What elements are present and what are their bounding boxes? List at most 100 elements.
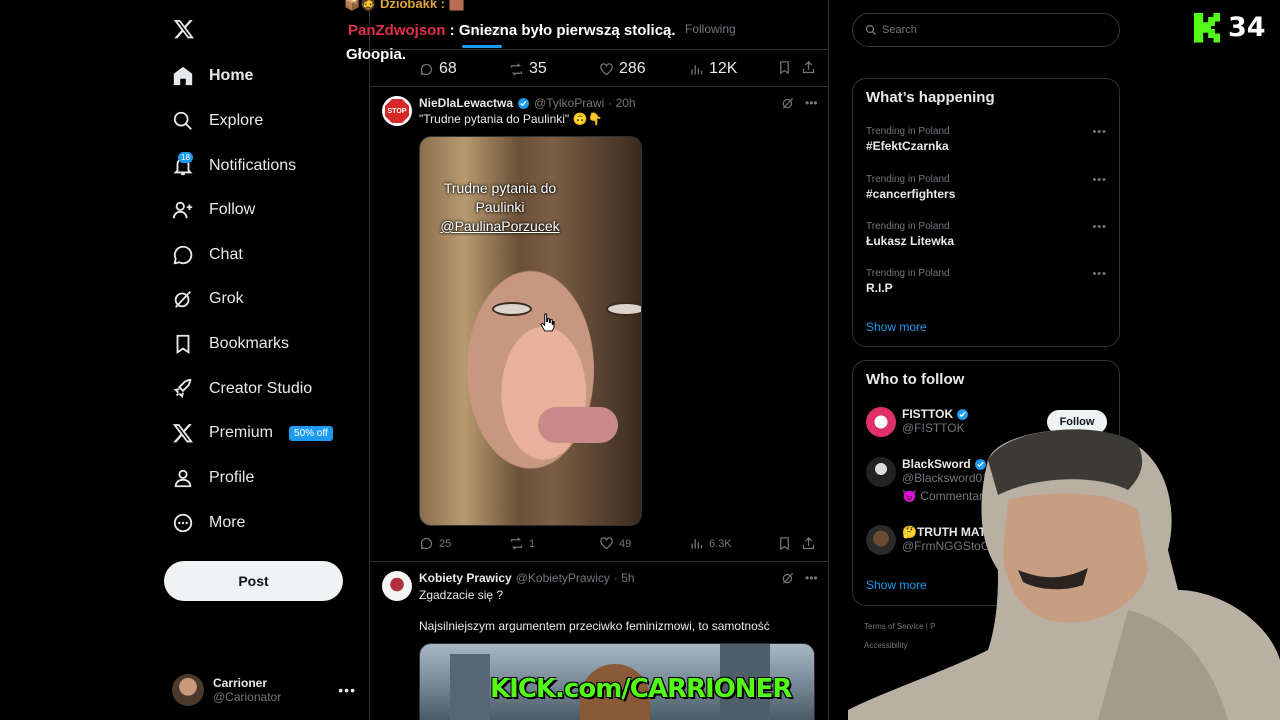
author-handle[interactable]: @TylkoPrawi <box>534 96 604 110</box>
nav-label: Chat <box>209 246 243 263</box>
show-more-link[interactable]: Show more <box>866 320 927 334</box>
share-icon <box>802 60 815 74</box>
bookmark-button[interactable] <box>777 536 792 551</box>
repost-count: 1 <box>529 537 536 550</box>
trend-item[interactable]: Trending in Poland Łukasz Litewka <box>866 221 954 248</box>
trend-item[interactable]: Trending in Poland R.I.P <box>866 268 950 295</box>
reply-button[interactable]: 25 <box>419 536 451 551</box>
nav-label: Bookmarks <box>209 335 290 352</box>
trend-context: Trending in Poland <box>866 126 950 137</box>
viewer-count: 34 <box>1228 12 1266 43</box>
avatar[interactable]: STOP <box>382 96 412 126</box>
kick-logo-icon <box>1194 12 1220 43</box>
share-button[interactable] <box>801 536 816 551</box>
views-button[interactable]: 12K <box>689 60 737 78</box>
nav-label: Follow <box>209 201 256 218</box>
trend-item[interactable]: Trending in Poland #EfektCzarnka <box>866 126 950 153</box>
chat-username: PanZdwojson <box>348 22 446 39</box>
tweet-menu-icon[interactable]: ••• <box>805 571 818 585</box>
account-name: FISTTOK <box>902 407 954 421</box>
account-switcher[interactable]: Carrioner @Carionator ••• <box>172 672 356 708</box>
search-icon <box>172 110 194 132</box>
heart-icon <box>600 537 613 550</box>
video-caption-line: Trudne pytania do <box>443 180 557 196</box>
nav-more[interactable]: More <box>172 508 245 538</box>
trend-menu-icon[interactable]: ••• <box>1092 126 1107 138</box>
bookmark-icon <box>780 537 789 551</box>
reply-icon <box>420 537 433 550</box>
author-handle[interactable]: @KobietyPrawicy <box>516 571 610 585</box>
nav-label: Premium <box>209 424 274 441</box>
analytics-icon <box>691 539 703 549</box>
stream-chat-line: 📦🧔 Dziobakk : 🟫 <box>344 0 465 11</box>
repost-count: 35 <box>529 60 547 77</box>
avatar[interactable] <box>382 571 412 601</box>
reply-button[interactable]: 68 <box>419 60 457 78</box>
post-button[interactable]: Post <box>164 561 343 601</box>
video-frame-detail <box>538 407 618 443</box>
grok-icon[interactable] <box>781 96 795 110</box>
tweet-video[interactable]: Trudne pytania do Paulinki @PaulinaPorzu… <box>419 136 642 526</box>
repost-button[interactable]: 35 <box>509 60 547 78</box>
x-logo-icon <box>172 422 194 444</box>
verified-badge-icon <box>518 97 529 109</box>
share-button[interactable] <box>801 60 816 75</box>
account-menu-icon[interactable]: ••• <box>338 682 356 698</box>
stream-chat-message: PanZdwojson : Gniezna było pierwszą stol… <box>348 22 676 39</box>
active-tab-indicator <box>462 45 502 48</box>
view-count: 6.3K <box>709 537 732 550</box>
nav-follow[interactable]: Follow <box>172 195 255 225</box>
bookmark-icon <box>172 333 194 355</box>
trend-context: Trending in Poland <box>866 268 950 279</box>
timestamp[interactable]: · 5h <box>614 571 635 585</box>
stream-chat-message-continued: Głoopia. <box>346 46 406 63</box>
trend-menu-icon[interactable]: ••• <box>1092 268 1107 280</box>
views-button[interactable]: 6.3K <box>689 536 732 551</box>
author-name[interactable]: NieDlaLewactwa <box>419 96 513 110</box>
person-icon <box>172 467 194 489</box>
like-count: 49 <box>619 537 632 550</box>
timestamp[interactable]: · 20h <box>608 96 635 110</box>
nav-grok[interactable]: Grok <box>172 284 244 314</box>
bookmark-icon <box>780 61 789 75</box>
notification-badge: 18 <box>178 152 193 163</box>
trend-menu-icon[interactable]: ••• <box>1092 174 1107 186</box>
viewer-counter: 34 <box>1194 12 1266 43</box>
grok-icon[interactable] <box>781 571 795 585</box>
trend-item[interactable]: Trending in Poland #cancerfighters <box>866 174 955 201</box>
nav-creator-studio[interactable]: Creator Studio <box>172 374 312 404</box>
nav-chat[interactable]: Chat <box>172 240 243 270</box>
trend-context: Trending in Poland <box>866 221 950 232</box>
nav-premium[interactable]: Premium 50% off <box>172 418 333 448</box>
author-name[interactable]: Kobiety Prawicy <box>419 571 512 585</box>
video-frame-detail <box>606 302 641 316</box>
video-caption-line: Paulinki <box>475 199 525 215</box>
divider <box>370 561 828 562</box>
tweet-menu-icon[interactable]: ••• <box>805 96 818 110</box>
person-add-icon <box>172 199 194 221</box>
trend-title: R.I.P <box>866 281 893 295</box>
nav-explore[interactable]: Explore <box>172 106 263 136</box>
hand-cursor-icon <box>540 313 555 332</box>
trend-title: #EfektCzarnka <box>866 139 949 153</box>
repost-icon <box>510 537 523 550</box>
video-caption: Trudne pytania do Paulinki @PaulinaPorzu… <box>420 179 580 236</box>
bookmark-button[interactable] <box>777 60 792 75</box>
like-button[interactable]: 286 <box>599 60 646 78</box>
like-button[interactable]: 49 <box>599 536 631 551</box>
nav-bookmarks[interactable]: Bookmarks <box>172 329 289 359</box>
nav-label: Grok <box>209 290 244 307</box>
nav-profile[interactable]: Profile <box>172 463 254 493</box>
stream-banner: KICK.com/CARRIONER <box>490 674 792 704</box>
whats-happening-panel: What’s happening Trending in Poland #Efe… <box>852 78 1120 347</box>
reply-icon <box>420 63 433 75</box>
tab-following[interactable]: Following <box>685 22 736 36</box>
search-icon <box>865 24 876 35</box>
repost-button[interactable]: 1 <box>509 536 535 551</box>
x-logo-icon[interactable] <box>173 18 195 40</box>
chat-text: : Gniezna było pierwszą stolicą. <box>449 22 676 39</box>
trend-title: #cancerfighters <box>866 187 956 201</box>
search-input[interactable]: Search <box>852 13 1120 47</box>
trend-menu-icon[interactable]: ••• <box>1092 221 1107 233</box>
nav-home[interactable]: Home <box>172 61 253 91</box>
